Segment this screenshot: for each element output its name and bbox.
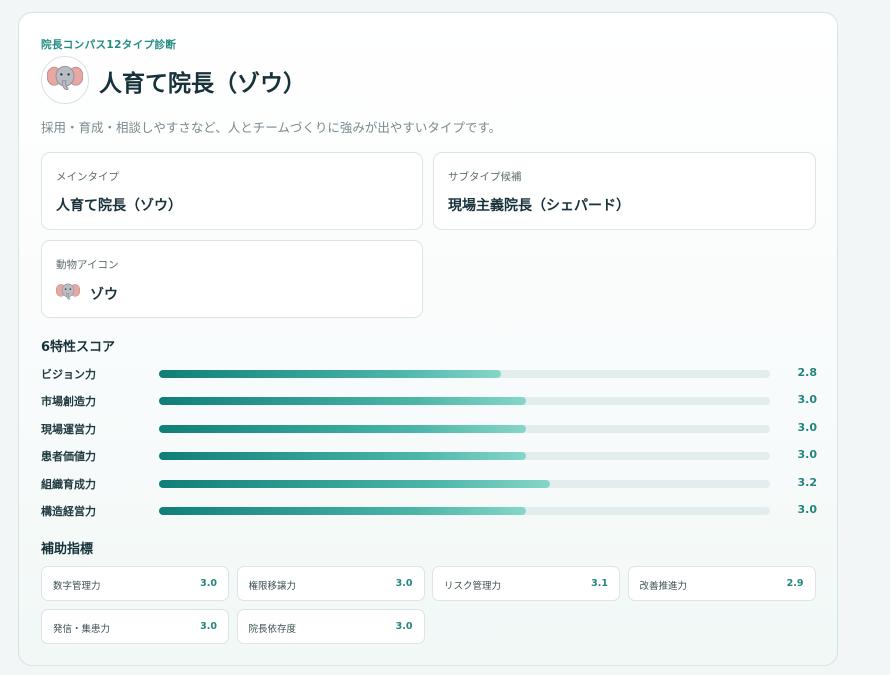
score-value: 3.0 xyxy=(797,393,818,407)
metric-value: 3.0 xyxy=(395,621,413,632)
score-bar-fill xyxy=(159,397,526,406)
score-label: 構造経営力 xyxy=(41,505,96,518)
animal-name: ゾウ xyxy=(90,286,118,303)
metric-label: 改善推進力 xyxy=(639,581,688,592)
score-value: 3.0 xyxy=(797,503,818,516)
sub-type-value: 現場主義院長（シェパード） xyxy=(448,198,630,214)
type-description: 採用・育成・相談しやすさなど、人とチームづくりに強みが出やすいタイプです。 xyxy=(41,120,502,135)
scores-section-title: 6特性スコア xyxy=(41,340,116,355)
score-bar-track xyxy=(159,397,770,406)
metric-label: リスク管理力 xyxy=(444,581,502,592)
metric-box: 院長依存度 3.0 xyxy=(236,609,425,644)
animal-icon-label: 動物アイコン xyxy=(56,259,119,271)
metric-value: 2.9 xyxy=(786,578,804,589)
metric-label: 発信・集患力 xyxy=(53,624,111,635)
animal-value-row: ゾウ xyxy=(56,282,118,305)
avatar xyxy=(41,56,89,104)
score-row: 市場創造力 3.0 xyxy=(41,393,817,409)
metric-value: 3.0 xyxy=(395,578,413,589)
metric-label: 権限移譲力 xyxy=(248,581,297,592)
sub-type-label: サブタイプ候補 xyxy=(448,171,522,183)
metric-label: 数字管理力 xyxy=(53,581,101,592)
score-label: ビジョン力 xyxy=(41,368,96,381)
animal-icon-box: 動物アイコン ゾウ xyxy=(41,240,423,318)
metric-box: 発信・集患力 3.0 xyxy=(41,609,229,644)
score-label: 現場運営力 xyxy=(41,422,96,436)
score-bar-fill xyxy=(159,479,551,488)
score-row: 構造経営力 3.0 xyxy=(41,503,817,519)
main-type-box: メインタイプ 人育て院長（ゾウ） xyxy=(41,152,423,230)
page-title: 人育て院長（ゾウ） xyxy=(99,71,306,97)
metric-box: 数字管理力 3.0 xyxy=(41,566,229,601)
score-bar-fill xyxy=(159,507,526,515)
score-bar-track xyxy=(159,424,770,433)
elephant-icon xyxy=(47,63,83,97)
metric-value: 3.0 xyxy=(200,621,217,632)
metric-box: リスク管理力 3.1 xyxy=(432,566,620,601)
score-bar-fill xyxy=(159,452,526,461)
score-value: 3.0 xyxy=(797,448,818,462)
sub-type-box: サブタイプ候補 現場主義院長（シェパード） xyxy=(433,152,816,230)
score-row: 現場運営力 3.0 xyxy=(41,421,817,437)
score-bar-track xyxy=(159,452,770,461)
diagnosis-eyebrow: 院長コンパス12タイプ診断 xyxy=(41,39,177,51)
metric-value: 3.1 xyxy=(591,578,608,589)
score-value: 3.2 xyxy=(797,475,818,489)
score-value: 2.8 xyxy=(797,366,818,379)
metric-box: 改善推進力 2.9 xyxy=(627,566,816,601)
type-result-card: 院長コンパス12タイプ診断 人育て院長（ゾウ） 採用・育成・相談しやすさなど、人… xyxy=(18,12,838,666)
score-value: 3.0 xyxy=(797,420,818,434)
score-bar-fill xyxy=(159,370,502,378)
score-label: 患者価値力 xyxy=(41,450,96,464)
score-row: ビジョン力 2.8 xyxy=(41,366,817,382)
metric-value: 3.0 xyxy=(200,578,217,589)
elephant-icon xyxy=(56,282,80,305)
metric-box: 権限移譲力 3.0 xyxy=(236,566,425,601)
metrics-section-title: 補助指標 xyxy=(41,542,94,557)
score-bar-track xyxy=(159,507,770,515)
score-row: 組織育成力 3.2 xyxy=(41,476,817,492)
main-type-label: メインタイプ xyxy=(56,171,119,183)
score-bar-track xyxy=(159,370,770,378)
main-type-value: 人育て院長（ゾウ） xyxy=(56,198,182,214)
score-label: 市場創造力 xyxy=(41,395,96,409)
metric-label: 院長依存度 xyxy=(248,624,297,635)
score-row: 患者価値力 3.0 xyxy=(41,448,817,464)
score-label: 組織育成力 xyxy=(41,477,96,491)
score-bar-fill xyxy=(159,424,526,433)
score-bar-track xyxy=(159,479,770,488)
